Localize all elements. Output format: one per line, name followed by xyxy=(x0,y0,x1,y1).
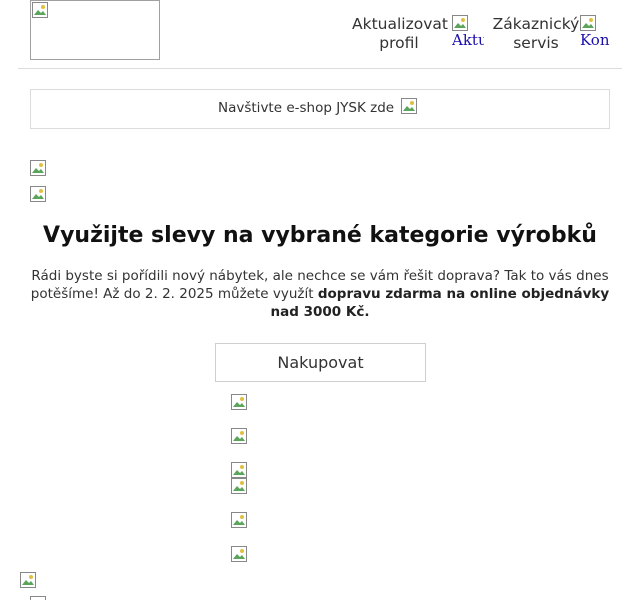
customer-service-label: Zákaznický xyxy=(492,15,580,33)
customer-service-label-2: servis xyxy=(513,34,559,52)
broken-image-icon xyxy=(32,2,48,18)
category-image[interactable] xyxy=(231,512,247,528)
jysk-logo[interactable] xyxy=(30,0,160,60)
profile-icon-alt[interactable]: Aktu xyxy=(452,32,484,48)
shop-now-button[interactable]: Nakupovat xyxy=(215,343,426,382)
eshop-link-text[interactable]: Navštivte e-shop JYSK zde xyxy=(218,100,394,117)
banner-image-2[interactable] xyxy=(30,186,46,202)
profile-icon[interactable] xyxy=(452,15,468,31)
category-image[interactable] xyxy=(231,394,247,410)
contact-icon[interactable] xyxy=(580,15,596,31)
category-image[interactable] xyxy=(231,478,247,494)
customer-service-link[interactable]: Zákaznický servis xyxy=(492,15,580,53)
promo-description: Rádi byste si pořídili nový nábytek, ale… xyxy=(30,267,610,321)
update-profile-link[interactable]: Aktualizovat profil xyxy=(352,15,448,53)
update-profile-label-2: profil xyxy=(379,34,419,52)
eshop-arrow-icon[interactable] xyxy=(401,98,417,114)
update-profile-label: Aktualizovat xyxy=(352,15,448,33)
banner-image-1[interactable] xyxy=(30,160,46,176)
contact-icon-alt[interactable]: Kont xyxy=(580,32,610,48)
category-image[interactable] xyxy=(231,462,247,478)
footer-image[interactable] xyxy=(20,572,36,588)
promo-desc-highlight: dopravu zdarma na online objednávky nad … xyxy=(270,286,610,320)
header-divider xyxy=(18,68,622,69)
footer-image-2[interactable] xyxy=(30,596,46,600)
category-image[interactable] xyxy=(231,428,247,444)
category-image[interactable] xyxy=(231,546,247,562)
promo-title: Využijte slevy na vybrané kategorie výro… xyxy=(43,223,597,248)
